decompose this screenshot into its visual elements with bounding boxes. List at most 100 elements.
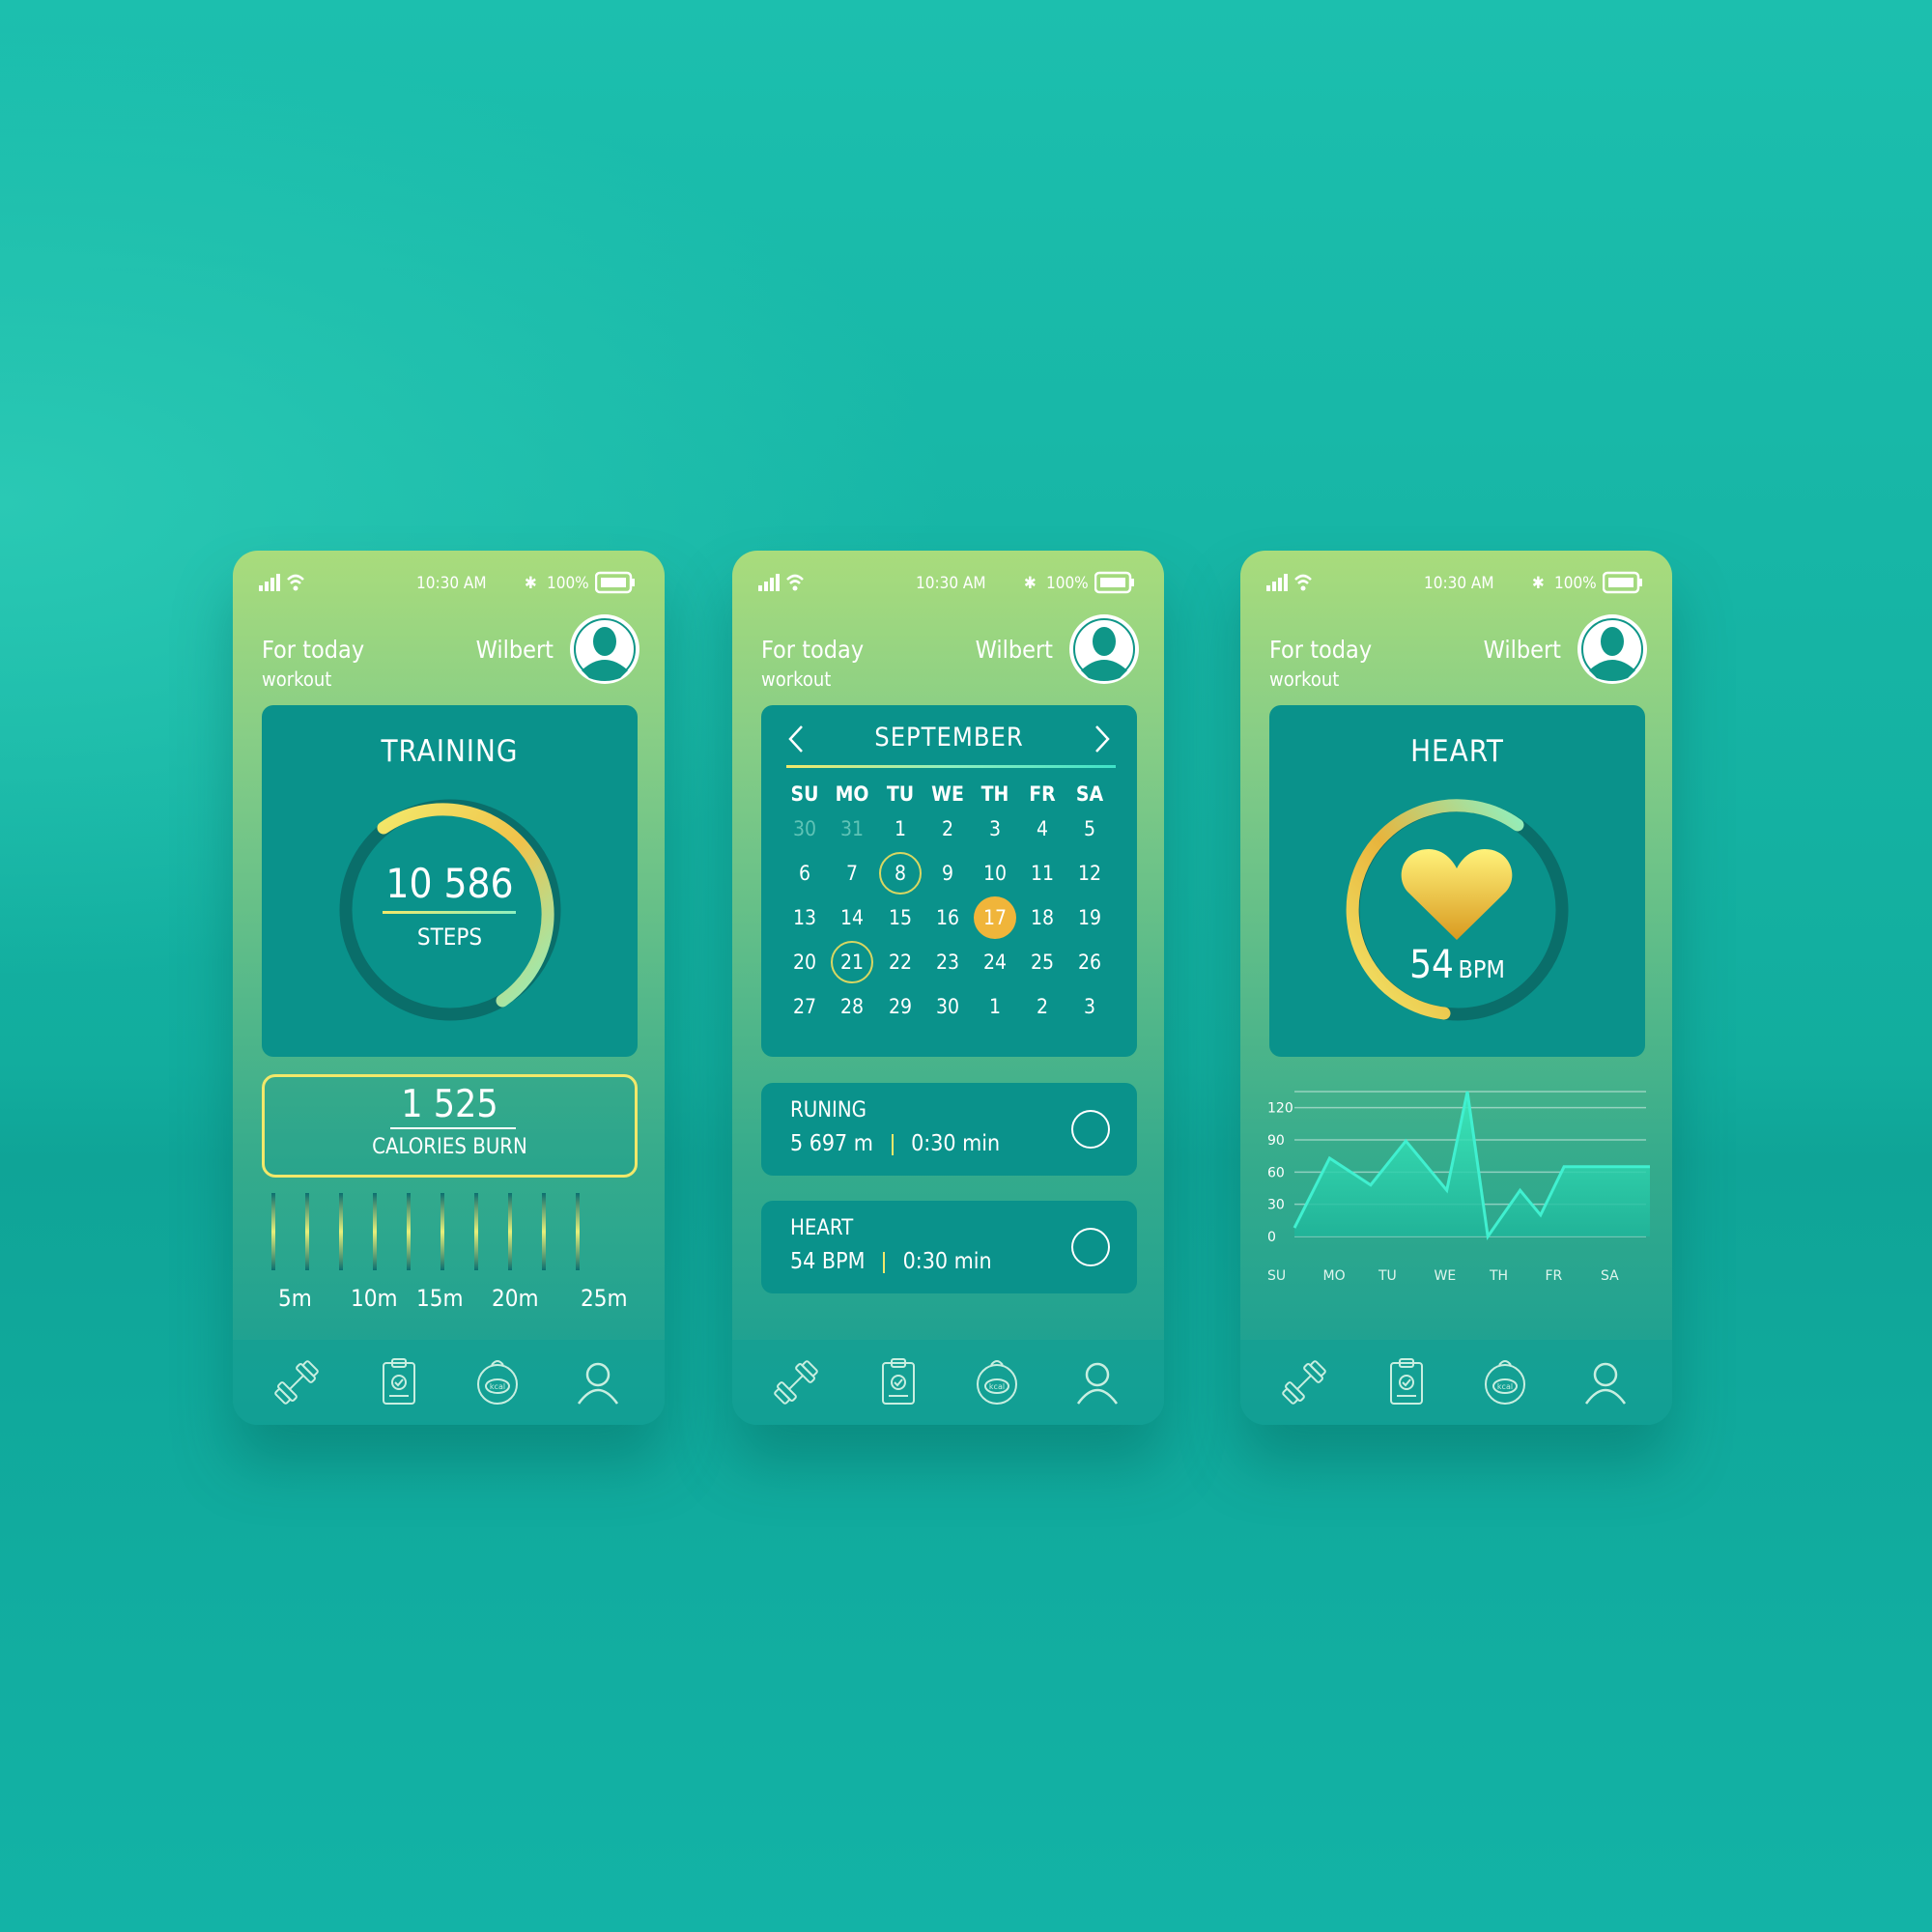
weekday-label: SA: [1075, 782, 1104, 806]
calendar-day[interactable]: 14: [831, 896, 873, 939]
kcal-flame-icon[interactable]: kcal: [970, 1355, 1024, 1409]
bpm-value: 54: [1409, 943, 1454, 987]
calendar-day[interactable]: 18: [1021, 896, 1064, 939]
calendar-day-today[interactable]: 17: [974, 896, 1016, 939]
calendar-day[interactable]: 22: [879, 941, 922, 983]
activity-item-running[interactable]: RUNING 5 697 m 0:30 min: [761, 1083, 1137, 1176]
avatar[interactable]: [1577, 614, 1647, 684]
calendar-day[interactable]: 6: [783, 852, 826, 895]
value-separator: [883, 1251, 886, 1273]
calendar-day[interactable]: 15: [879, 896, 922, 939]
calendar-day[interactable]: 23: [926, 941, 969, 983]
user-name[interactable]: Wilbert: [476, 636, 554, 664]
user-name[interactable]: Wilbert: [1484, 636, 1561, 664]
calendar-day[interactable]: 30: [783, 808, 826, 850]
calendar-day[interactable]: 1: [879, 808, 922, 850]
calendar-day[interactable]: 4: [1021, 808, 1064, 850]
x-tick-label: TH: [1489, 1268, 1508, 1284]
battery-percent: 100%: [1046, 574, 1089, 593]
activity-name: RUNING: [790, 1098, 867, 1122]
profile-icon[interactable]: [571, 1355, 625, 1409]
activity-bar: [474, 1193, 478, 1270]
y-tick-label: 90: [1267, 1133, 1285, 1149]
calendar-day-selected[interactable]: 21: [831, 941, 873, 983]
profile-icon[interactable]: [1578, 1355, 1633, 1409]
battery-icon: [595, 571, 635, 594]
calendar-day[interactable]: 12: [1068, 852, 1111, 895]
status-bar: 10:30 AM ✱ 100%: [1240, 568, 1672, 597]
clipboard-icon[interactable]: [1379, 1355, 1434, 1409]
calendar-day[interactable]: 19: [1068, 896, 1111, 939]
weekday-label: MO: [835, 782, 869, 806]
calendar-day[interactable]: 2: [1021, 985, 1064, 1028]
y-tick-label: 0: [1267, 1230, 1276, 1245]
calendar-day[interactable]: 3: [1068, 985, 1111, 1028]
header-subtitle: workout: [1269, 668, 1340, 691]
calendar-day[interactable]: 28: [831, 985, 873, 1028]
calendar-day[interactable]: 24: [974, 941, 1016, 983]
clipboard-icon[interactable]: [372, 1355, 426, 1409]
calendar-day[interactable]: 10: [974, 852, 1016, 895]
status-time: 10:30 AM: [1424, 574, 1494, 593]
battery-icon: [1094, 571, 1134, 594]
activity-bar: [271, 1193, 275, 1270]
weekday-label: FR: [1029, 782, 1056, 806]
svg-text:kcal: kcal: [1497, 1382, 1513, 1391]
avatar[interactable]: [570, 614, 639, 684]
activity-item-heart[interactable]: HEART 54 BPM 0:30 min: [761, 1201, 1137, 1293]
dumbbell-icon[interactable]: [270, 1355, 324, 1409]
user-name[interactable]: Wilbert: [976, 636, 1053, 664]
activity-bpm: 54 BPM: [790, 1249, 866, 1274]
calendar-card: SEPTEMBER SU MO TU WE TH FR SA 30 31 1 2…: [761, 705, 1137, 1057]
activity-check-circle[interactable]: [1071, 1228, 1110, 1266]
timeline-label: 20m: [492, 1285, 539, 1312]
calendar-day[interactable]: 25: [1021, 941, 1064, 983]
kcal-flame-icon[interactable]: kcal: [1478, 1355, 1532, 1409]
user-avatar-icon: [1073, 618, 1135, 681]
calendar-day[interactable]: 2: [926, 808, 969, 850]
activity-bar: [440, 1193, 444, 1270]
activity-values: 54 BPM 0:30 min: [790, 1249, 992, 1274]
activity-bar: [508, 1193, 512, 1270]
phone-heart-screen: 10:30 AM ✱ 100% For today workout Wilber…: [1240, 551, 1672, 1425]
calendar-day[interactable]: 9: [926, 852, 969, 895]
value-separator: [891, 1133, 894, 1155]
calendar-day[interactable]: 1: [974, 985, 1016, 1028]
calendar-day[interactable]: 3: [974, 808, 1016, 850]
x-tick-label: SU: [1267, 1268, 1286, 1284]
calendar-day[interactable]: 5: [1068, 808, 1111, 850]
kcal-flame-icon[interactable]: kcal: [470, 1355, 525, 1409]
activity-check-circle[interactable]: [1071, 1110, 1110, 1149]
timeline-label: 10m: [351, 1285, 398, 1312]
calendar-day[interactable]: 30: [926, 985, 969, 1028]
clipboard-icon[interactable]: [871, 1355, 925, 1409]
calendar-day[interactable]: 7: [831, 852, 873, 895]
phone-training-screen: 10:30 AM ✱ 100% For today workout Wilber…: [233, 551, 665, 1425]
calendar-day[interactable]: 29: [879, 985, 922, 1028]
activity-values: 5 697 m 0:30 min: [790, 1131, 1000, 1156]
bottom-nav: kcal: [233, 1340, 665, 1425]
calendar-day[interactable]: 27: [783, 985, 826, 1028]
profile-icon[interactable]: [1070, 1355, 1124, 1409]
timeline-label: 25m: [581, 1285, 628, 1312]
dumbbell-icon[interactable]: [1277, 1355, 1331, 1409]
calendar-day[interactable]: 31: [831, 808, 873, 850]
user-avatar-icon: [1581, 618, 1643, 681]
calendar-day[interactable]: 11: [1021, 852, 1064, 895]
activity-duration: 0:30 min: [902, 1249, 992, 1274]
chevron-right-icon[interactable]: [1091, 723, 1114, 755]
activity-bars: [271, 1193, 629, 1270]
calendar-day-selected[interactable]: 8: [879, 852, 922, 895]
status-bar: 10:30 AM ✱ 100%: [233, 568, 665, 597]
calendar-day[interactable]: 16: [926, 896, 969, 939]
weekday-label: TU: [886, 782, 915, 806]
bpm-unit: BPM: [1458, 955, 1505, 983]
dumbbell-icon[interactable]: [769, 1355, 823, 1409]
activity-distance: 5 697 m: [790, 1131, 873, 1156]
avatar[interactable]: [1069, 614, 1139, 684]
calendar-day[interactable]: 20: [783, 941, 826, 983]
calendar-day[interactable]: 26: [1068, 941, 1111, 983]
steps-value: 10 586: [385, 860, 514, 907]
calendar-day[interactable]: 13: [783, 896, 826, 939]
activity-bar: [373, 1193, 377, 1270]
